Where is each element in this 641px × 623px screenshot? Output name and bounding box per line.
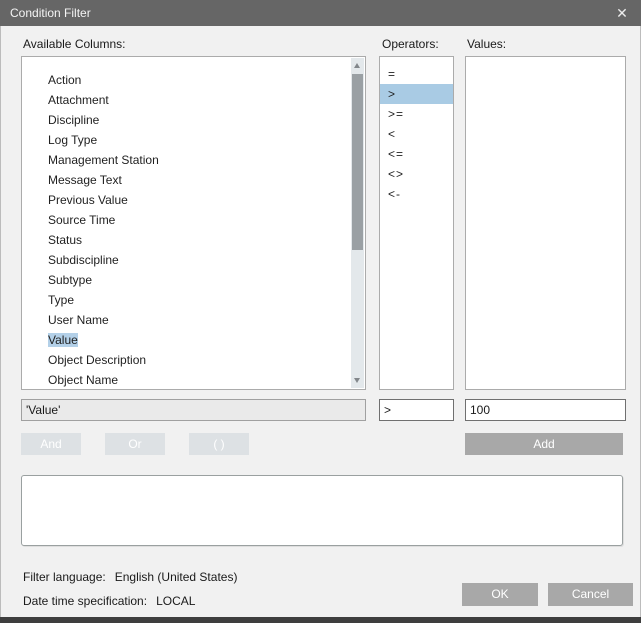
cancel-button[interactable]: Cancel — [548, 583, 633, 606]
parentheses-button[interactable]: ( ) — [189, 433, 249, 455]
list-item[interactable]: = — [380, 64, 453, 84]
close-icon[interactable]: ✕ — [609, 0, 635, 26]
bottom-edge-strip — [0, 617, 641, 623]
list-item[interactable]: Subdiscipline — [22, 250, 365, 270]
and-button[interactable]: And — [21, 433, 81, 455]
list-item[interactable]: Log Type — [22, 130, 365, 150]
columns-scrollbar[interactable] — [351, 58, 364, 388]
column-expression-field[interactable]: 'Value' — [21, 399, 366, 421]
date-time-row: Date time specification: LOCAL — [23, 594, 195, 608]
or-button[interactable]: Or — [105, 433, 165, 455]
condition-expression-box[interactable] — [21, 475, 623, 546]
list-item[interactable]: Subtype — [22, 270, 365, 290]
list-item[interactable]: < — [380, 124, 453, 144]
list-item-label: <- — [388, 187, 401, 201]
list-item-label: Subdiscipline — [48, 253, 119, 267]
list-item-label: <= — [388, 147, 404, 161]
list-item[interactable]: >= — [380, 104, 453, 124]
date-time-value: LOCAL — [156, 594, 195, 608]
list-item[interactable]: Action — [22, 70, 365, 90]
dialog-title: Condition Filter — [10, 0, 91, 26]
list-item-label: Value — [48, 333, 78, 347]
list-item[interactable]: Attachment — [22, 90, 365, 110]
list-item-label: Previous Value — [48, 193, 128, 207]
available-columns-list[interactable]: Action Attachment Discipline Log Type Manage… — [21, 56, 366, 390]
list-item-label: Subtype — [48, 273, 92, 287]
add-button[interactable]: Add — [465, 433, 623, 455]
list-item-label: = — [388, 67, 396, 81]
list-item-label: Object Description — [48, 353, 146, 367]
list-item[interactable]: Object Description — [22, 350, 365, 370]
list-item[interactable]: User Name — [22, 310, 365, 330]
operator-field[interactable]: > — [379, 399, 454, 421]
list-item-label: Action — [48, 73, 81, 87]
list-item[interactable]: Source Time — [22, 210, 365, 230]
list-item[interactable]: Message Text — [22, 170, 365, 190]
dialog-body: Available Columns: Operators: Values: Ac… — [0, 26, 641, 617]
list-item-label: Type — [48, 293, 74, 307]
condition-filter-dialog: Condition Filter ✕ Available Columns: Op… — [0, 0, 641, 623]
triangle-up-icon — [354, 63, 360, 68]
list-item[interactable]: Discipline — [22, 110, 365, 130]
values-label: Values: — [467, 36, 506, 52]
operators-label: Operators: — [382, 36, 439, 52]
values-list[interactable] — [465, 56, 626, 390]
scrollbar-thumb[interactable] — [352, 74, 363, 250]
list-item[interactable]: Previous Value — [22, 190, 365, 210]
filter-language-row: Filter language: English (United States) — [23, 570, 237, 584]
date-time-label: Date time specification: — [23, 594, 147, 608]
list-item-label: Message Text — [48, 173, 122, 187]
list-item[interactable]: <- — [380, 184, 453, 204]
filter-language-label: Filter language: — [23, 570, 106, 584]
list-item[interactable]: Value — [22, 330, 365, 350]
list-item[interactable]: Type — [22, 290, 365, 310]
list-item-label: Attachment — [48, 93, 109, 107]
scroll-down-icon[interactable] — [351, 373, 364, 388]
list-item-label: Status — [48, 233, 82, 247]
list-item-label: > — [388, 87, 396, 101]
list-item-label: Discipline — [48, 113, 99, 127]
value-field[interactable]: 100 — [465, 399, 626, 421]
available-columns-label: Available Columns: — [23, 36, 126, 52]
scroll-up-icon[interactable] — [351, 58, 364, 73]
list-item-label: Management Station — [48, 153, 159, 167]
filter-language-value: English (United States) — [115, 570, 238, 584]
list-item[interactable]: <> — [380, 164, 453, 184]
list-item-label: >= — [388, 107, 404, 121]
triangle-down-icon — [354, 378, 360, 383]
list-item[interactable]: Status — [22, 230, 365, 250]
list-item-label: Log Type — [48, 133, 97, 147]
list-item-label: < — [388, 127, 396, 141]
ok-button[interactable]: OK — [462, 583, 538, 606]
list-item-label: <> — [388, 167, 404, 181]
list-item-label: Object Name — [48, 373, 118, 387]
list-item[interactable]: > — [380, 84, 453, 104]
title-bar: Condition Filter ✕ — [0, 0, 641, 26]
list-item-label: User Name — [48, 313, 109, 327]
operators-list[interactable]: = > >= < <= <> <- — [379, 56, 454, 390]
list-item[interactable]: <= — [380, 144, 453, 164]
list-item[interactable]: Management Station — [22, 150, 365, 170]
list-item-label: Source Time — [48, 213, 115, 227]
list-item[interactable]: Object Name — [22, 370, 365, 390]
